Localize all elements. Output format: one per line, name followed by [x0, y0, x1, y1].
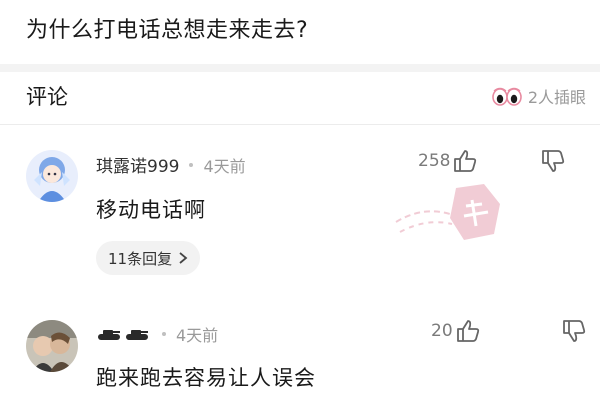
- comments-header: 评论 2人插眼: [26, 78, 586, 114]
- watchers-button[interactable]: 2人插眼: [492, 84, 586, 108]
- like-count: 20: [431, 321, 453, 341]
- username[interactable]: 琪露诺999: [96, 152, 179, 177]
- chevron-right-icon: [179, 252, 188, 264]
- comment-meta: 4天前: [96, 322, 218, 346]
- thumbs-up-icon[interactable]: [452, 148, 478, 174]
- watermark-stamp: [395, 184, 500, 240]
- avatar[interactable]: [26, 150, 78, 202]
- watchers-label: 2人插眼: [527, 88, 586, 107]
- separator-dot: [162, 332, 166, 336]
- section-divider: [0, 64, 600, 72]
- comments-title: 评论: [26, 85, 68, 109]
- comment-actions: 20: [431, 318, 587, 344]
- comment-text: 移动电话啊: [96, 198, 206, 222]
- view-replies-button[interactable]: 11条回复: [96, 241, 201, 275]
- timestamp: 4天前: [176, 326, 219, 345]
- replies-label: 11条回复: [108, 249, 173, 268]
- header-divider: [0, 124, 600, 125]
- avatar-image: [26, 320, 78, 372]
- separator-dot: [189, 162, 194, 167]
- timestamp: 4天前: [203, 156, 246, 176]
- thumbs-up-icon[interactable]: [455, 318, 481, 344]
- comment-meta: 琪露诺999 4天前: [96, 152, 246, 178]
- avatar[interactable]: [26, 320, 78, 372]
- like-count: 258: [418, 151, 451, 171]
- avatar-image: [26, 150, 78, 202]
- eyes-icon: [492, 87, 522, 106]
- comment-text: 跑来跑去容易让人误会: [96, 366, 316, 390]
- question-title: 为什么打电话总想走来走去?: [26, 18, 309, 43]
- comment-actions: 258: [418, 148, 566, 174]
- thumbs-down-icon[interactable]: [561, 318, 587, 344]
- tank-icon: [98, 330, 148, 340]
- thumbs-down-icon[interactable]: [540, 148, 566, 174]
